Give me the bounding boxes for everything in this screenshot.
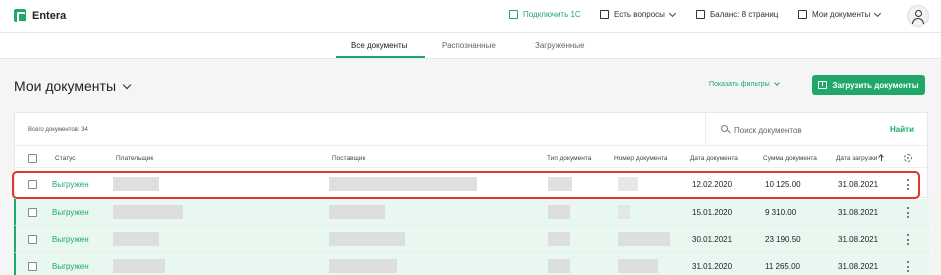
- doc-number-redacted: [618, 177, 638, 191]
- table-toolbar: Всего документов: 34 Найти: [15, 113, 927, 146]
- row-checkbox[interactable]: [28, 262, 37, 271]
- column-supplier[interactable]: Поставщик: [332, 155, 365, 162]
- doc-number-redacted: [618, 205, 630, 219]
- gear-icon[interactable]: [904, 154, 912, 162]
- row-doc-date: 31.01.2020: [692, 262, 733, 271]
- balance-label: Баланс: 8 страниц: [710, 10, 779, 19]
- payer-redacted: [113, 232, 159, 246]
- column-doc-date[interactable]: Дата документа: [690, 155, 738, 162]
- row-upload-date: 31.08.2021: [838, 262, 879, 271]
- more-options-icon[interactable]: [905, 261, 911, 272]
- table-row[interactable]: Выгружен 15.01.2020 9 310.00 31.08.2021: [14, 199, 929, 226]
- plug-icon: [509, 10, 518, 19]
- column-upload-date[interactable]: Дата загрузки: [836, 155, 883, 162]
- doc-type-redacted: [548, 205, 570, 219]
- building-icon: [798, 10, 807, 19]
- supplier-redacted: [329, 205, 385, 219]
- row-status: Выгружен: [52, 208, 89, 217]
- column-status[interactable]: Статус: [55, 155, 76, 162]
- find-button[interactable]: Найти: [890, 125, 914, 134]
- payer-redacted: [113, 205, 183, 219]
- tabs-bar: Все документы Распознанные Загруженные: [0, 33, 941, 59]
- doc-type-redacted: [548, 232, 570, 246]
- question-icon: [600, 10, 609, 19]
- doc-number-redacted: [618, 232, 670, 246]
- doc-number-redacted: [618, 259, 658, 273]
- chevron-down-icon: [874, 9, 882, 17]
- doc-type-redacted: [548, 177, 572, 191]
- row-sum: 9 310.00: [765, 208, 797, 217]
- row-sum: 23 190.50: [765, 235, 801, 244]
- avatar[interactable]: [907, 5, 929, 27]
- row-status: Выгружен: [52, 262, 89, 271]
- top-bar: Entera Подключить 1С Есть вопросы Баланс…: [0, 0, 941, 33]
- active-tab-indicator: [336, 56, 425, 58]
- table-row[interactable]: Выгружен 30.01.2021 23 190.50 31.08.2021: [14, 226, 929, 253]
- row-status: Выгружен: [52, 235, 89, 244]
- search-icon: [721, 125, 728, 132]
- row-doc-date: 15.01.2020: [692, 208, 733, 217]
- select-all-checkbox[interactable]: [28, 154, 37, 163]
- show-filters-link[interactable]: Показать фильтры: [709, 80, 780, 88]
- payer-redacted: [113, 259, 165, 273]
- tab-uploaded[interactable]: Загруженные: [535, 41, 584, 50]
- upload-icon: [818, 81, 828, 89]
- my-docs-label: Мои документы: [812, 10, 871, 19]
- table-row[interactable]: Выгружен 31.01.2020 11 265.00 31.08.2021: [14, 253, 929, 275]
- row-upload-date: 31.08.2021: [838, 180, 879, 189]
- connect-1c-label: Подключить 1С: [523, 10, 581, 19]
- tab-recognized[interactable]: Распознанные: [442, 41, 496, 50]
- my-docs-menu[interactable]: Мои документы: [798, 9, 882, 19]
- row-doc-date: 12.02.2020: [692, 180, 733, 189]
- questions-menu[interactable]: Есть вопросы: [600, 9, 676, 19]
- balance-indicator[interactable]: Баланс: 8 страниц: [696, 10, 778, 19]
- connect-1c-link[interactable]: Подключить 1С: [509, 10, 581, 19]
- sort-arrow-up-icon[interactable]: [881, 155, 883, 161]
- page-title[interactable]: Мои документы: [14, 78, 132, 94]
- chevron-down-icon: [668, 9, 676, 17]
- column-sum[interactable]: Сумма документа: [763, 155, 817, 162]
- upload-documents-button[interactable]: Загрузить документы: [812, 75, 925, 95]
- column-payer[interactable]: Плательщик: [116, 155, 153, 162]
- row-upload-date: 31.08.2021: [838, 235, 879, 244]
- payer-redacted: [113, 177, 159, 191]
- supplier-redacted: [329, 232, 405, 246]
- table-row[interactable]: Выгружен 12.02.2020 10 125.00 31.08.2021: [15, 171, 927, 198]
- row-status: Выгружен: [52, 180, 89, 189]
- total-count: Всего документов: 34: [28, 127, 88, 133]
- row-checkbox[interactable]: [28, 235, 37, 244]
- more-options-icon[interactable]: [905, 179, 911, 190]
- search-input[interactable]: [734, 123, 874, 137]
- search-box: Найти: [705, 113, 929, 146]
- chevron-down-icon: [122, 80, 132, 89]
- questions-label: Есть вопросы: [614, 10, 665, 19]
- logo[interactable]: Entera: [14, 9, 67, 23]
- table-header: Статус Плательщик Поставщик Тип документ…: [15, 150, 927, 168]
- row-doc-date: 30.01.2021: [692, 235, 733, 244]
- supplier-redacted: [329, 259, 397, 273]
- row-upload-date: 31.08.2021: [838, 208, 879, 217]
- row-checkbox[interactable]: [28, 180, 37, 189]
- document-icon: [696, 10, 705, 19]
- app-name: Entera: [32, 9, 67, 22]
- column-doc-type[interactable]: Тип документа: [547, 155, 591, 162]
- row-checkbox[interactable]: [28, 208, 37, 217]
- supplier-redacted: [329, 177, 477, 191]
- entera-logo-icon: [14, 9, 26, 23]
- doc-type-redacted: [548, 259, 570, 273]
- tab-all-documents[interactable]: Все документы: [351, 41, 407, 50]
- column-doc-number[interactable]: Номер документа: [614, 155, 668, 162]
- more-options-icon[interactable]: [905, 234, 911, 245]
- row-sum: 11 265.00: [765, 262, 800, 271]
- user-icon: [914, 10, 922, 17]
- chevron-down-icon: [773, 80, 780, 86]
- documents-table: Всего документов: 34 Найти Статус Плател…: [14, 112, 929, 275]
- more-options-icon[interactable]: [905, 207, 911, 218]
- row-sum: 10 125.00: [765, 180, 801, 189]
